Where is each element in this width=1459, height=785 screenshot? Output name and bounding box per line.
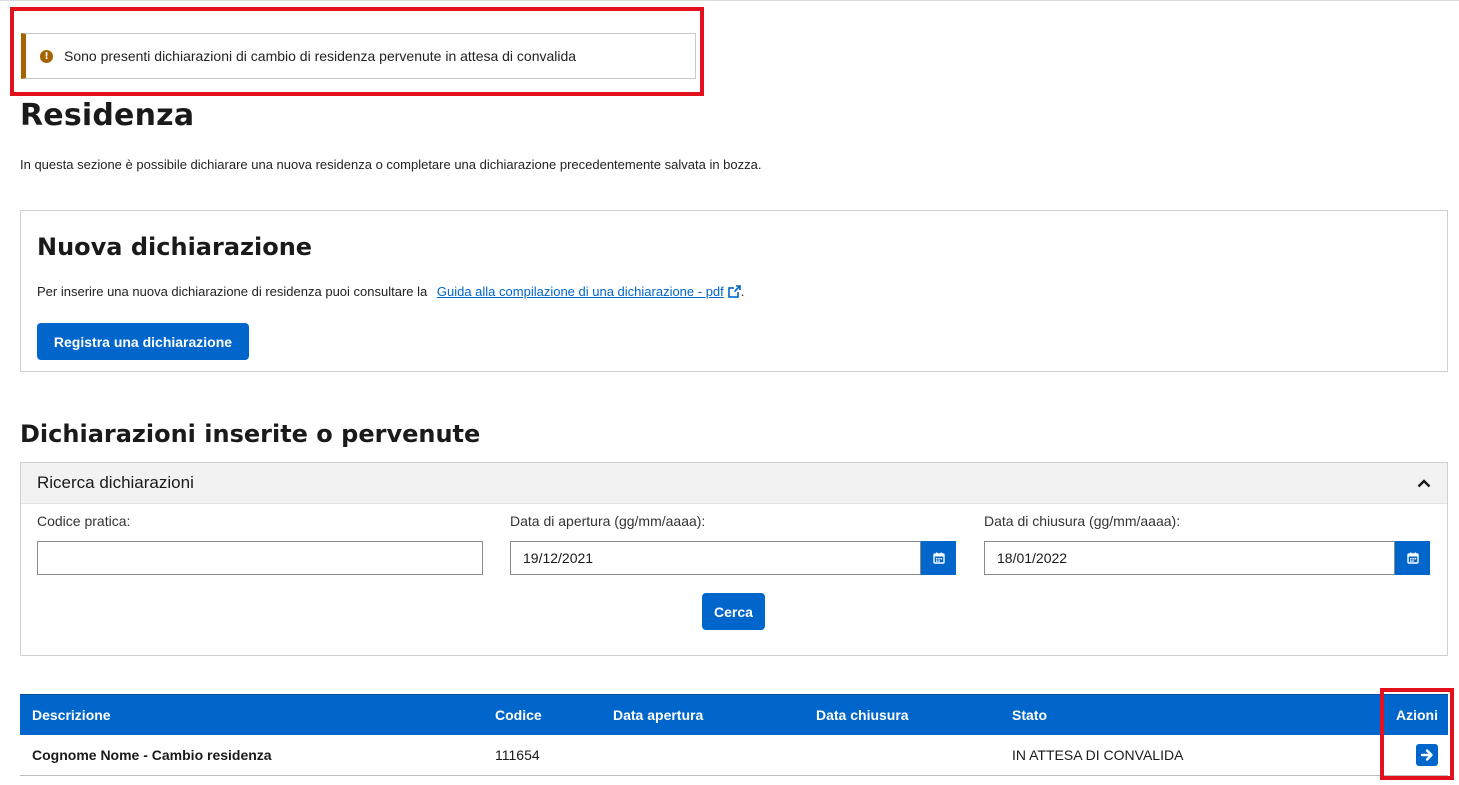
row-open-date	[601, 735, 804, 776]
header-open-date[interactable]: Data apertura	[601, 694, 804, 735]
search-declarations-panel: Ricerca dichiarazioni Codice pratica: Da…	[20, 462, 1448, 656]
page-title: Residenza	[20, 98, 195, 133]
header-close-date[interactable]: Data chiusura	[804, 694, 1000, 735]
close-date-label: Data di chiusura (gg/mm/aaaa):	[984, 513, 1181, 529]
open-date-calendar-button[interactable]	[921, 541, 956, 575]
guide-pdf-link[interactable]: Guida alla compilazione di una dichiaraz…	[437, 284, 741, 299]
row-status: IN ATTESA DI CONVALIDA	[1000, 735, 1368, 776]
header-status[interactable]: Stato	[1000, 694, 1368, 735]
close-date-calendar-button[interactable]	[1395, 541, 1430, 575]
register-declaration-button[interactable]: Registra una dichiarazione	[37, 323, 249, 360]
code-label: Codice pratica:	[37, 513, 131, 529]
page-intro: In questa sezione è possibile dichiarare…	[20, 157, 762, 172]
top-divider	[0, 0, 1459, 1]
new-declaration-title: Nuova dichiarazione	[37, 233, 313, 261]
guide-suffix: .	[740, 284, 745, 299]
code-input[interactable]	[37, 541, 483, 575]
alert-highlight-frame	[10, 7, 704, 96]
actions-highlight-frame	[1380, 688, 1454, 780]
calendar-icon	[932, 552, 945, 564]
header-description[interactable]: Descrizione	[20, 694, 483, 735]
guide-text: Per inserire una nuova dichiarazione di …	[37, 284, 744, 299]
calendar-icon	[1406, 552, 1419, 564]
row-description: Cognome Nome - Cambio residenza	[20, 735, 483, 776]
chevron-up-icon[interactable]	[1417, 478, 1431, 488]
close-date-input[interactable]	[984, 541, 1395, 575]
declarations-section-title: Dichiarazioni inserite o pervenute	[20, 420, 481, 448]
search-panel-header[interactable]: Ricerca dichiarazioni	[21, 463, 1447, 504]
declarations-table: Descrizione Codice Data apertura Data ch…	[20, 694, 1448, 776]
row-close-date	[804, 735, 1000, 776]
search-button[interactable]: Cerca	[702, 593, 765, 630]
open-date-input[interactable]	[510, 541, 921, 575]
row-code: 111654	[483, 735, 601, 776]
guide-link-label: Guida alla compilazione di una dichiaraz…	[436, 284, 724, 299]
guide-prefix: Per inserire una nuova dichiarazione di …	[37, 284, 428, 299]
search-panel-title: Ricerca dichiarazioni	[37, 473, 194, 492]
open-date-label: Data di apertura (gg/mm/aaaa):	[510, 513, 706, 529]
table-header-row: Descrizione Codice Data apertura Data ch…	[20, 694, 1448, 735]
external-link-icon	[727, 285, 741, 298]
table-row: Cognome Nome - Cambio residenza 111654 I…	[20, 735, 1448, 776]
header-code[interactable]: Codice	[483, 694, 601, 735]
new-declaration-card: Nuova dichiarazione Per inserire una nuo…	[20, 210, 1448, 372]
